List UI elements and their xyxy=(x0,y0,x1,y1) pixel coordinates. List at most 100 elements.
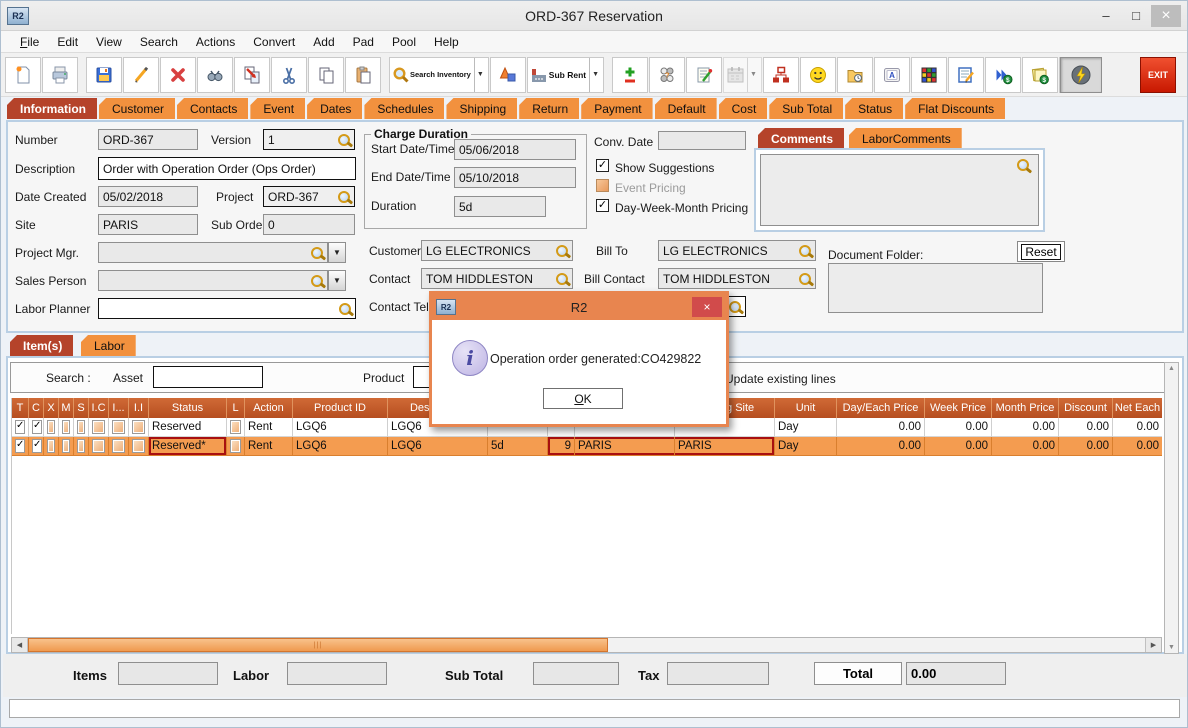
column-header-product_id[interactable]: Product ID xyxy=(293,398,388,418)
menu-pool[interactable]: Pool xyxy=(383,33,425,51)
sub-rent-button[interactable]: Sub Rent ▼ xyxy=(527,57,604,93)
cell-c1[interactable]: ✓ xyxy=(29,418,44,437)
feedback-button[interactable] xyxy=(800,57,836,93)
history-folder-button[interactable] xyxy=(837,57,873,93)
customer-field[interactable]: LG ELECTRONICS xyxy=(421,240,573,261)
project-mgr-dropdown[interactable]: ▼ xyxy=(328,242,346,263)
search-inventory-button[interactable]: Search Inventory ▼ xyxy=(389,57,489,93)
scroll-right-icon[interactable]: ▶ xyxy=(1145,638,1161,652)
cell-c7[interactable] xyxy=(129,418,149,437)
cell-day_each[interactable]: 0.00 xyxy=(837,437,925,456)
cell-l[interactable] xyxy=(227,418,245,437)
column-header-c7[interactable]: I.I xyxy=(129,398,149,418)
tab-default[interactable]: Default xyxy=(655,98,717,119)
tab-flat-discounts[interactable]: Flat Discounts xyxy=(905,98,1005,119)
search-inventory-dropdown[interactable]: ▼ xyxy=(474,58,486,92)
project-field[interactable]: ORD-367 xyxy=(263,186,355,207)
notes-button[interactable] xyxy=(686,57,722,93)
menu-convert[interactable]: Convert xyxy=(244,33,304,51)
transfer-document-button[interactable] xyxy=(234,57,270,93)
menu-search[interactable]: Search xyxy=(131,33,187,51)
items-table[interactable]: TCXMSI.CI...I.IStatusLActionProduct IDDe… xyxy=(11,398,1162,634)
cell-c2[interactable] xyxy=(44,437,59,456)
tab-sub-total[interactable]: Sub Total xyxy=(769,98,843,119)
row-checkbox-c1[interactable]: ✓ xyxy=(32,439,42,453)
column-header-c5[interactable]: I.C xyxy=(89,398,109,418)
tab-labor-comments[interactable]: LaborComments xyxy=(849,128,962,149)
contact-tel-search-icon[interactable] xyxy=(729,301,741,313)
group-options-button[interactable]: ? xyxy=(649,57,685,93)
dialog-close-icon[interactable]: × xyxy=(692,297,722,317)
cell-action[interactable]: Rent xyxy=(245,437,293,456)
dialog-title-bar[interactable]: R2 R2 × xyxy=(432,294,726,320)
tab-information[interactable]: Information xyxy=(7,98,97,119)
cell-l[interactable] xyxy=(227,437,245,456)
new-document-button[interactable] xyxy=(5,57,41,93)
bill-contact-search-icon[interactable] xyxy=(799,273,811,285)
cell-unit[interactable]: Day xyxy=(775,437,837,456)
menu-add[interactable]: Add xyxy=(304,33,343,51)
show-suggestions-checkbox[interactable]: ✓ xyxy=(596,159,609,172)
cell-product_id[interactable]: LGQ6 xyxy=(293,437,388,456)
sales-person-dropdown[interactable]: ▼ xyxy=(328,270,346,291)
row-checkbox-c2[interactable] xyxy=(47,439,55,453)
cell-site[interactable]: PARIS xyxy=(575,437,675,456)
column-header-month[interactable]: Month Price xyxy=(992,398,1059,418)
calendar-dropdown[interactable]: ▼ xyxy=(747,58,759,92)
version-field[interactable]: 1 xyxy=(263,129,355,150)
column-header-c1[interactable]: C xyxy=(29,398,44,418)
column-header-c4[interactable]: S xyxy=(74,398,89,418)
edit-note-button[interactable] xyxy=(948,57,984,93)
project-search-icon[interactable] xyxy=(338,191,350,203)
bill-to-search-icon[interactable] xyxy=(799,245,811,257)
row-checkbox-c7[interactable] xyxy=(132,439,145,453)
ok-button[interactable]: OK xyxy=(543,388,623,409)
minimize-button[interactable]: – xyxy=(1091,5,1121,27)
labor-planner-field[interactable] xyxy=(98,298,356,319)
exit-button[interactable]: EXIT xyxy=(1140,57,1176,93)
quick-action-button[interactable] xyxy=(1060,57,1102,93)
sales-person-field[interactable] xyxy=(98,270,328,291)
row-checkbox-c3[interactable] xyxy=(62,420,70,434)
version-search-icon[interactable] xyxy=(338,134,350,146)
vertical-scrollbar[interactable]: ▲▼ xyxy=(1164,362,1179,654)
row-checkbox-c4[interactable] xyxy=(77,439,85,453)
cell-duration[interactable]: 5d xyxy=(488,437,548,456)
cell-description[interactable]: LGQ6 xyxy=(388,437,488,456)
calendar-button[interactable]: ▼ xyxy=(723,57,762,93)
tab-customer[interactable]: Customer xyxy=(99,98,175,119)
asset-input[interactable] xyxy=(153,366,263,388)
customer-search-icon[interactable] xyxy=(556,245,568,257)
cell-day_each[interactable]: 0.00 xyxy=(837,418,925,437)
tab-comments[interactable]: Comments xyxy=(758,128,844,149)
sales-person-search-icon[interactable] xyxy=(311,275,323,287)
cell-status[interactable]: Reserved* xyxy=(149,437,227,456)
contact-field[interactable]: TOM HIDDLESTON xyxy=(421,268,573,289)
billing-notes-button[interactable]: $ xyxy=(1022,57,1058,93)
tab-items[interactable]: Item(s) xyxy=(10,335,73,356)
row-checkbox-l[interactable] xyxy=(230,420,241,434)
menu-pad[interactable]: Pad xyxy=(344,33,383,51)
day-week-month-checkbox[interactable]: ✓ xyxy=(596,199,609,212)
tab-payment[interactable]: Payment xyxy=(581,98,652,119)
tab-contacts[interactable]: Contacts xyxy=(177,98,248,119)
cell-c0[interactable]: ✓ xyxy=(12,437,29,456)
tab-cost[interactable]: Cost xyxy=(719,98,768,119)
cell-c3[interactable] xyxy=(59,437,74,456)
cell-c7[interactable] xyxy=(129,437,149,456)
menu-actions[interactable]: Actions xyxy=(187,33,244,51)
row-checkbox-c7[interactable] xyxy=(132,420,145,434)
table-row[interactable]: ✓✓Reserved*RentLGQ6LGQ65d9PARISPARISDay0… xyxy=(12,437,1162,456)
bill-contact-field[interactable]: TOM HIDDLESTON xyxy=(658,268,816,289)
column-header-c3[interactable]: M xyxy=(59,398,74,418)
document-folder-box[interactable] xyxy=(828,263,1043,313)
row-checkbox-c5[interactable] xyxy=(92,420,105,434)
column-header-c6[interactable]: I... xyxy=(109,398,129,418)
column-header-c0[interactable]: T xyxy=(12,398,29,418)
column-header-day_each[interactable]: Day/Each Price xyxy=(837,398,925,418)
column-header-unit[interactable]: Unit xyxy=(775,398,837,418)
price-update-button[interactable]: $ xyxy=(985,57,1021,93)
column-header-c2[interactable]: X xyxy=(44,398,59,418)
tab-return[interactable]: Return xyxy=(519,98,579,119)
cell-product_id[interactable]: LGQ6 xyxy=(293,418,388,437)
